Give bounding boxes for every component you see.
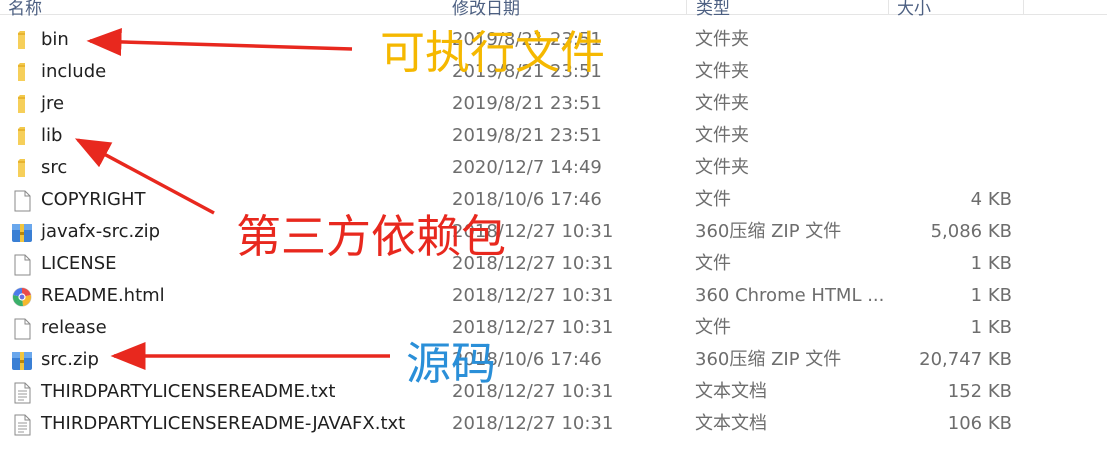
file-size: 4 KB: [970, 189, 1012, 210]
column-divider[interactable]: [888, 0, 889, 14]
file-size: 1 KB: [970, 253, 1012, 274]
file-type: 文件夹: [695, 125, 749, 146]
file-modified-date: 2018/10/6 17:46: [452, 189, 602, 210]
file-type: 360压缩 ZIP 文件: [695, 221, 842, 242]
file-row[interactable]: lib 2019/8/21 23:51 文件夹: [0, 120, 1030, 152]
file-type: 文本文档: [695, 381, 767, 402]
column-header-name[interactable]: 名称: [8, 0, 42, 19]
column-header-bar: 名称 修改日期 类型 大小: [0, 0, 1107, 19]
file-icon: [11, 190, 33, 212]
file-modified-date: 2020/12/7 14:49: [452, 157, 602, 178]
file-size: 20,747 KB: [919, 349, 1012, 370]
file-type: 文件夹: [695, 157, 749, 178]
file-row[interactable]: release 2018/12/27 10:31 文件 1 KB: [0, 312, 1030, 344]
file-modified-date: 2018/12/27 10:31: [452, 285, 614, 306]
file-name: jre: [41, 93, 65, 114]
annotation-third-party-libs: 第三方依赖包: [236, 210, 507, 263]
text-file-icon: [11, 414, 33, 436]
file-row[interactable]: README.html 2018/12/27 10:31 360 Chrome HT…: [0, 280, 1030, 312]
file-type: 360压缩 ZIP 文件: [695, 349, 842, 370]
file-name: src: [41, 157, 68, 178]
file-name: javafx-src.zip: [41, 221, 161, 242]
zip-icon: [11, 222, 33, 242]
file-name: LICENSE: [41, 253, 117, 274]
text-file-icon: [11, 382, 33, 404]
file-row[interactable]: THIRDPARTYLICENSEREADME-JAVAFX.txt 2018/1…: [0, 408, 1030, 440]
file-row[interactable]: COPYRIGHT 2018/10/6 17:46 文件 4 KB: [0, 184, 1030, 216]
folder-icon: [11, 94, 33, 114]
file-row[interactable]: src 2020/12/7 14:49 文件夹: [0, 152, 1030, 184]
html-icon: [11, 286, 33, 307]
file-name: bin: [41, 29, 69, 50]
file-type: 文件夹: [695, 61, 749, 82]
file-size: 106 KB: [947, 413, 1012, 434]
file-modified-date: 2019/8/21 23:51: [452, 125, 602, 146]
file-name: release: [41, 317, 107, 338]
column-divider[interactable]: [686, 0, 687, 14]
column-divider[interactable]: [1023, 0, 1024, 14]
file-row[interactable]: javafx-src.zip 2018/12/27 10:31 360压缩 ZIP …: [0, 216, 1030, 248]
file-name: src.zip: [41, 349, 99, 370]
file-icon: [11, 318, 33, 340]
annotation-executables: 可执行文件: [380, 26, 606, 79]
file-type: 文件: [695, 253, 731, 274]
file-type: 文件夹: [695, 29, 749, 50]
column-header-date[interactable]: 修改日期: [452, 0, 520, 19]
file-size: 1 KB: [970, 285, 1012, 306]
file-name: THIRDPARTYLICENSEREADME.txt: [41, 381, 336, 402]
file-type: 文件: [695, 189, 731, 210]
zip-icon: [11, 350, 33, 370]
file-modified-date: 2018/12/27 10:31: [452, 413, 614, 434]
file-name: COPYRIGHT: [41, 189, 146, 210]
file-row[interactable]: LICENSE 2018/12/27 10:31 文件 1 KB: [0, 248, 1030, 280]
file-row[interactable]: THIRDPARTYLICENSEREADME.txt 2018/12/27 10…: [0, 376, 1030, 408]
file-name: THIRDPARTYLICENSEREADME-JAVAFX.txt: [41, 413, 406, 434]
folder-icon: [11, 126, 33, 146]
file-name: README.html: [41, 285, 165, 306]
file-type: 文件夹: [695, 93, 749, 114]
file-type: 文件: [695, 317, 731, 338]
file-size: 5,086 KB: [930, 221, 1012, 242]
folder-icon: [11, 30, 33, 50]
file-name: include: [41, 61, 107, 82]
annotation-source-code: 源码: [406, 337, 497, 390]
file-type: 360 Chrome HTML ...: [695, 285, 885, 306]
file-icon: [11, 254, 33, 276]
column-header-size[interactable]: 大小: [897, 0, 931, 19]
file-size: 152 KB: [947, 381, 1012, 402]
file-modified-date: 2019/8/21 23:51: [452, 93, 602, 114]
folder-icon: [11, 62, 33, 82]
file-modified-date: 2018/12/27 10:31: [452, 317, 614, 338]
file-row[interactable]: src.zip 2018/10/6 17:46 360压缩 ZIP 文件 20,747…: [0, 344, 1030, 376]
file-type: 文本文档: [695, 413, 767, 434]
folder-icon: [11, 158, 33, 178]
file-row[interactable]: jre 2019/8/21 23:51 文件夹: [0, 88, 1030, 120]
file-name: lib: [41, 125, 63, 146]
column-header-type[interactable]: 类型: [696, 0, 730, 19]
file-size: 1 KB: [970, 317, 1012, 338]
